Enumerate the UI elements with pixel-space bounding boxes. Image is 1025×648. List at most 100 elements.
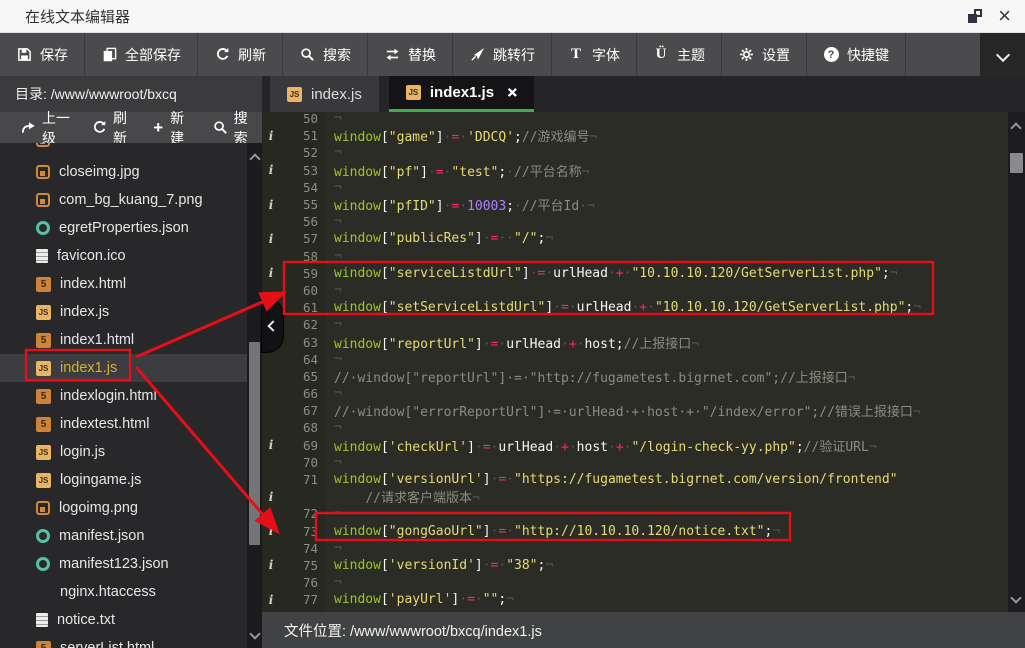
line-number: 67: [280, 403, 326, 418]
toolbar-button-save-all[interactable]: 全部保存: [85, 33, 198, 76]
code-line[interactable]: i55window["pfID"]·=·10003;·//平台Id·¬: [262, 196, 1008, 213]
code-line[interactable]: i53window["pf"]·=·"test";·//平台名称¬: [262, 162, 1008, 179]
code-text: ¬: [326, 352, 342, 367]
code-line[interactable]: 76¬: [262, 574, 1008, 591]
tab-index.js[interactable]: JSindex.js: [270, 76, 379, 112]
restore-window-icon[interactable]: [968, 9, 982, 23]
file-item[interactable]: favicon.ico: [0, 242, 247, 270]
editor-scrollbar[interactable]: [1008, 112, 1025, 612]
file-item[interactable]: com_bg_kuang_7.png: [0, 186, 247, 214]
file-item[interactable]: JSindex.js: [0, 298, 247, 326]
chevron-down-icon: [995, 47, 1009, 61]
sidebar-op-refresh[interactable]: 刷新: [81, 108, 141, 148]
file-item[interactable]: 5indextest.html: [0, 410, 247, 438]
code-line[interactable]: 71window['versionUrl']·=·"https://fugame…: [262, 471, 1008, 488]
toolbar-button-refresh[interactable]: 刷新: [198, 33, 283, 76]
file-item[interactable]: 5index.html: [0, 270, 247, 298]
code-text: ¬: [326, 112, 342, 126]
toolbar-button-theme[interactable]: Ü主题: [637, 33, 722, 76]
line-number: 57: [280, 231, 326, 246]
tab-index1.js[interactable]: JSindex1.js×: [389, 76, 534, 112]
code-line[interactable]: 50¬: [262, 112, 1008, 127]
file-item[interactable]: 5index1.html: [0, 326, 247, 354]
file-item[interactable]: manifest.json: [0, 522, 247, 550]
code-line[interactable]: i77window['payUrl']·=·"";¬: [262, 591, 1008, 608]
code-line[interactable]: i69window['checkUrl']·=·urlHead·+·host·+…: [262, 437, 1008, 454]
line-number: 54: [280, 180, 326, 195]
line-number: 68: [280, 420, 326, 435]
file-item[interactable]: logoimg.png: [0, 494, 247, 522]
code-line[interactable]: 60¬: [262, 282, 1008, 299]
code-text: window["game"]·=·'DDCQ';//游戏编号¬: [326, 126, 597, 145]
file-item[interactable]: JSlogingame.js: [0, 466, 247, 494]
toolbar-button-font[interactable]: T字体: [552, 33, 637, 76]
code-text: ¬: [326, 180, 342, 195]
editor-scrollbar-thumb[interactable]: [1010, 153, 1023, 173]
code-line[interactable]: 64¬: [262, 351, 1008, 368]
text-file-icon: [36, 249, 48, 263]
file-item[interactable]: JSlogin.js: [0, 438, 247, 466]
code-line[interactable]: 72¬: [262, 505, 1008, 522]
code-line[interactable]: 54¬: [262, 179, 1008, 196]
sidebar-op-search[interactable]: 搜索: [202, 108, 262, 148]
toolbar-button-settings[interactable]: 设置: [722, 33, 807, 76]
file-item[interactable]: JSindex1.js: [0, 354, 247, 382]
sidebar-op-up-level[interactable]: 上一级: [10, 108, 81, 148]
code-line[interactable]: i //请求客户端版本¬: [262, 488, 1008, 505]
file-item[interactable]: egretProperties.json: [0, 214, 247, 242]
chevron-up-icon[interactable]: [251, 150, 259, 168]
code-line[interactable]: i73window["gongGaoUrl"]·=·"http://10.10.…: [262, 523, 1008, 540]
file-list-scrollbar[interactable]: [247, 143, 262, 648]
toolbar-expand-button[interactable]: [980, 33, 1025, 76]
code-line[interactable]: i51window["game"]·=·'DDCQ';//游戏编号¬: [262, 127, 1008, 144]
file-name: notice.txt: [57, 612, 115, 628]
file-item[interactable]: notice.txt: [0, 606, 247, 634]
file-name: manifest.json: [59, 528, 144, 544]
code-line[interactable]: 70¬: [262, 454, 1008, 471]
toolbar-button-label: 保存: [40, 45, 68, 65]
toolbar-button-replace[interactable]: 替换: [368, 33, 453, 76]
toolbar-button-hotkeys[interactable]: ?快捷键: [807, 33, 906, 76]
file-list: closeimg.jpg com_bg_kuang_7.pngegretPrope…: [0, 143, 247, 648]
file-item[interactable]: nginx.htaccess: [0, 578, 247, 606]
sidebar-op-new[interactable]: +新建: [141, 108, 201, 148]
chevron-up-icon[interactable]: [1012, 119, 1020, 137]
sidebar-collapse-handle[interactable]: [262, 299, 283, 352]
code-line[interactable]: 67//·window["errorReportUrl"]·=·urlHead·…: [262, 402, 1008, 419]
info-icon: i: [262, 198, 280, 212]
file-item[interactable]: manifest123.json: [0, 550, 247, 578]
code-line[interactable]: 63window["reportUrl"]·=·urlHead·+·host;/…: [262, 333, 1008, 350]
code-line[interactable]: i57window["publicRes"]·=··"/";¬: [262, 230, 1008, 247]
toolbar-button-save[interactable]: 保存: [0, 33, 85, 76]
toolbar-button-goto-line[interactable]: 跳转行: [453, 33, 552, 76]
font-icon: T: [568, 47, 584, 63]
code-line[interactable]: 66¬: [262, 385, 1008, 402]
code-line[interactable]: 62¬: [262, 316, 1008, 333]
file-item[interactable]: 5indexlogin.html: [0, 382, 247, 410]
code-line[interactable]: i75window['versionId']·=·"38";¬: [262, 557, 1008, 574]
tab-close-icon[interactable]: ×: [507, 87, 517, 99]
code-line[interactable]: 58¬: [262, 248, 1008, 265]
file-item[interactable]: [0, 143, 247, 158]
file-name: closeimg.jpg: [59, 164, 140, 180]
code-text: window["gongGaoUrl"]·=·"http://10.10.10.…: [326, 524, 780, 539]
file-item[interactable]: 5serverList.html: [0, 634, 247, 648]
code-line[interactable]: 52¬: [262, 144, 1008, 161]
code-line[interactable]: i59window["serviceListdUrl"]·=·urlHead·+…: [262, 265, 1008, 282]
code-line[interactable]: 74¬: [262, 540, 1008, 557]
code-line[interactable]: 68¬: [262, 419, 1008, 436]
code-text: window["pf"]·=·"test";·//平台名称¬: [326, 161, 590, 180]
code-editor[interactable]: 50¬i51window["game"]·=·'DDCQ';//游戏编号¬52¬…: [262, 112, 1008, 612]
code-line[interactable]: 65//·window["reportUrl"]·=·"http://fugam…: [262, 368, 1008, 385]
search-icon: [213, 120, 228, 136]
chevron-down-icon[interactable]: [251, 625, 259, 643]
close-window-icon[interactable]: ×: [998, 9, 1011, 23]
json-file-icon: [36, 221, 50, 235]
code-line[interactable]: 61window["setServiceListdUrl"]·=·urlHead…: [262, 299, 1008, 316]
file-list-scrollbar-thumb[interactable]: [249, 342, 260, 545]
file-item[interactable]: closeimg.jpg: [0, 158, 247, 186]
chevron-down-icon[interactable]: [1012, 589, 1020, 607]
file-name: serverList.html: [60, 640, 154, 648]
toolbar-button-search[interactable]: 搜索: [283, 33, 368, 76]
code-line[interactable]: 56¬: [262, 213, 1008, 230]
